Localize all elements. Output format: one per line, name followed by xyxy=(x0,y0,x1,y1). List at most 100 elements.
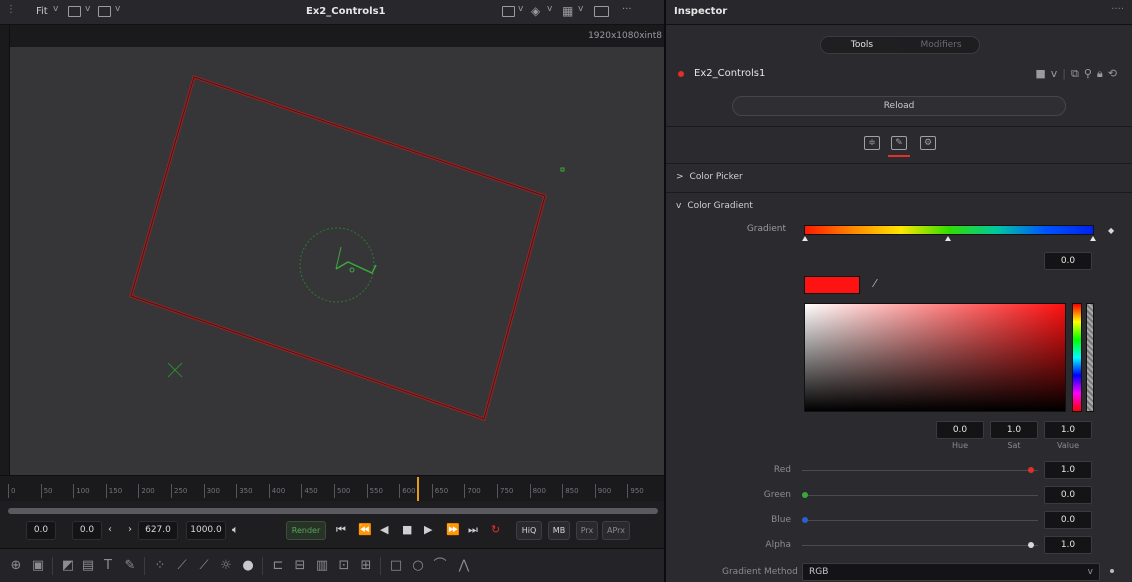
prx-button[interactable]: Prx xyxy=(576,521,598,540)
mb-button[interactable]: MB xyxy=(548,521,570,540)
image-tool-icon[interactable]: ▣ xyxy=(30,558,46,574)
merge-icon[interactable]: ▤ xyxy=(80,558,96,574)
stop-icon[interactable]: ■ xyxy=(402,523,412,537)
pin-icon[interactable]: ⚲ xyxy=(1084,67,1097,80)
color-drop-icon[interactable]: ● xyxy=(240,558,256,574)
chevron-down-icon[interactable]: v xyxy=(1051,67,1063,80)
section-color-picker[interactable]: > Color Picker xyxy=(666,164,1132,193)
gradient-method-select[interactable]: RGB v xyxy=(802,563,1100,581)
tool-enable-dot[interactable] xyxy=(678,71,684,77)
render-button[interactable]: Render xyxy=(286,521,326,540)
red-knob[interactable] xyxy=(1028,467,1034,473)
red-slider[interactable] xyxy=(802,470,1038,471)
reset-icon[interactable]: ⟲ xyxy=(1108,67,1122,80)
gradient-stop-mid[interactable] xyxy=(945,236,951,241)
controls-tab-icon[interactable]: ≑ xyxy=(864,136,880,150)
fullscreen-icon[interactable] xyxy=(594,6,609,17)
play-reverse-icon[interactable]: ◀ xyxy=(380,523,388,537)
transform-icon[interactable]: ⊏ xyxy=(270,558,286,574)
gradient-stop-start[interactable] xyxy=(802,236,808,241)
ellipse-mask-icon[interactable]: ○ xyxy=(410,558,426,574)
timeline-ruler[interactable]: 0 50 100 150 200 250 300 350 400 450 500 550 600 650 7… xyxy=(0,475,664,501)
red-field[interactable]: 1.0 xyxy=(1044,461,1092,479)
brightness-icon[interactable]: ☼ xyxy=(218,558,234,574)
alpha-slider[interactable] xyxy=(802,545,1038,546)
inspector-more-icon[interactable]: ···· xyxy=(1111,4,1124,15)
gradient-position-field[interactable]: 0.0 xyxy=(1044,252,1092,270)
chevron-left-icon[interactable]: ‹ xyxy=(108,523,112,537)
saturation-value-picker[interactable] xyxy=(804,303,1066,412)
polyline-mask-icon[interactable]: ⌒ xyxy=(432,558,448,574)
bspline-icon[interactable]: ⟋ xyxy=(196,558,212,574)
sat-field[interactable]: 1.0 xyxy=(990,421,1038,439)
step-forward-icon[interactable]: ⏩ xyxy=(446,523,460,537)
user-controls-tab-icon[interactable]: ✎ xyxy=(891,136,907,150)
chevron-down-icon[interactable]: v xyxy=(578,4,583,14)
first-frame-icon[interactable]: ⏮ xyxy=(336,523,346,537)
alpha-knob[interactable] xyxy=(1028,542,1034,548)
gradient-bar[interactable] xyxy=(804,225,1094,235)
bspline-mask-icon[interactable]: ⋀ xyxy=(456,558,472,574)
grid-icon[interactable]: ▦ xyxy=(562,4,573,18)
aprx-button[interactable]: APrx xyxy=(602,521,630,540)
drag-handle-icon[interactable]: ⋮ xyxy=(6,4,16,15)
text-icon[interactable]: T xyxy=(100,558,116,574)
version-icon[interactable]: ⧉ xyxy=(1071,67,1084,80)
tab-modifiers[interactable]: Modifiers xyxy=(903,37,979,53)
particles-icon[interactable]: ⁘ xyxy=(152,558,168,574)
keyframe-dot-icon[interactable] xyxy=(1110,569,1114,573)
color-swatch[interactable] xyxy=(804,276,860,294)
corner-pin-icon[interactable]: ⊞ xyxy=(358,558,374,574)
roi-icon[interactable] xyxy=(502,6,515,17)
chevron-down-icon[interactable]: v xyxy=(53,4,58,14)
current-time-field[interactable]: 627.0 xyxy=(138,521,178,540)
rectangle-mask-icon[interactable]: □ xyxy=(388,558,404,574)
gradient-stop-end[interactable] xyxy=(1090,236,1096,241)
lock-icon[interactable]: 🔒︎ xyxy=(1097,67,1108,80)
green-slider[interactable] xyxy=(802,495,1038,496)
resize-icon[interactable]: ⊟ xyxy=(292,558,308,574)
fit-dropdown[interactable]: Fit xyxy=(36,6,48,17)
polygon-mask-icon[interactable]: ⟋ xyxy=(174,558,190,574)
reload-button[interactable]: Reload xyxy=(732,96,1066,116)
section-color-gradient[interactable]: v Color Gradient xyxy=(666,193,1132,222)
chevron-down-icon[interactable]: v xyxy=(85,4,90,14)
chevron-right-icon[interactable]: › xyxy=(128,523,132,537)
alpha-field[interactable]: 1.0 xyxy=(1044,536,1092,554)
crop-icon[interactable]: ⊡ xyxy=(336,558,352,574)
audio-icon[interactable]: 🔈︎ xyxy=(232,523,239,537)
eyedropper-icon[interactable]: ⁄ xyxy=(874,277,876,290)
chevron-down-icon[interactable]: v xyxy=(518,4,523,14)
alpha-strip[interactable] xyxy=(1086,303,1094,412)
render-end-field[interactable]: 1000.0 xyxy=(186,521,226,540)
timeline-scrollbar[interactable] xyxy=(8,508,658,514)
global-start-field[interactable]: 0.0 xyxy=(26,521,56,540)
step-back-icon[interactable]: ⏪ xyxy=(358,523,372,537)
keyframe-diamond-icon[interactable]: ◆ xyxy=(1108,226,1114,235)
blue-field[interactable]: 0.0 xyxy=(1044,511,1092,529)
loop-icon[interactable]: ↻ xyxy=(491,523,500,537)
playhead[interactable] xyxy=(416,477,419,501)
hue-field[interactable]: 0.0 xyxy=(936,421,984,439)
tab-tools[interactable]: Tools xyxy=(821,37,903,53)
background-icon[interactable]: ◩ xyxy=(60,558,76,574)
green-field[interactable]: 0.0 xyxy=(1044,486,1092,504)
settings-tab-icon[interactable]: ⚙ xyxy=(920,136,936,150)
color-swatch-icon[interactable]: ■ xyxy=(1035,67,1050,80)
value-field[interactable]: 1.0 xyxy=(1044,421,1092,439)
green-knob[interactable] xyxy=(802,492,808,498)
hiq-button[interactable]: HiQ xyxy=(516,521,542,540)
paint-icon[interactable]: ✎ xyxy=(122,558,138,574)
last-frame-icon[interactable]: ⏭ xyxy=(468,523,478,537)
viewer-more-icon[interactable]: ··· xyxy=(622,4,632,15)
lut-icon[interactable]: ◈ xyxy=(531,4,540,18)
layout-icon[interactable] xyxy=(68,6,81,17)
blue-knob[interactable] xyxy=(802,517,808,523)
chevron-down-icon[interactable]: v xyxy=(115,4,120,14)
blue-slider[interactable] xyxy=(802,520,1038,521)
hue-strip[interactable] xyxy=(1072,303,1082,412)
play-icon[interactable]: ▶ xyxy=(424,523,432,537)
channel-icon[interactable] xyxy=(98,6,111,17)
add-tool-icon[interactable]: ⊕ xyxy=(8,558,24,574)
render-start-field[interactable]: 0.0 xyxy=(72,521,102,540)
